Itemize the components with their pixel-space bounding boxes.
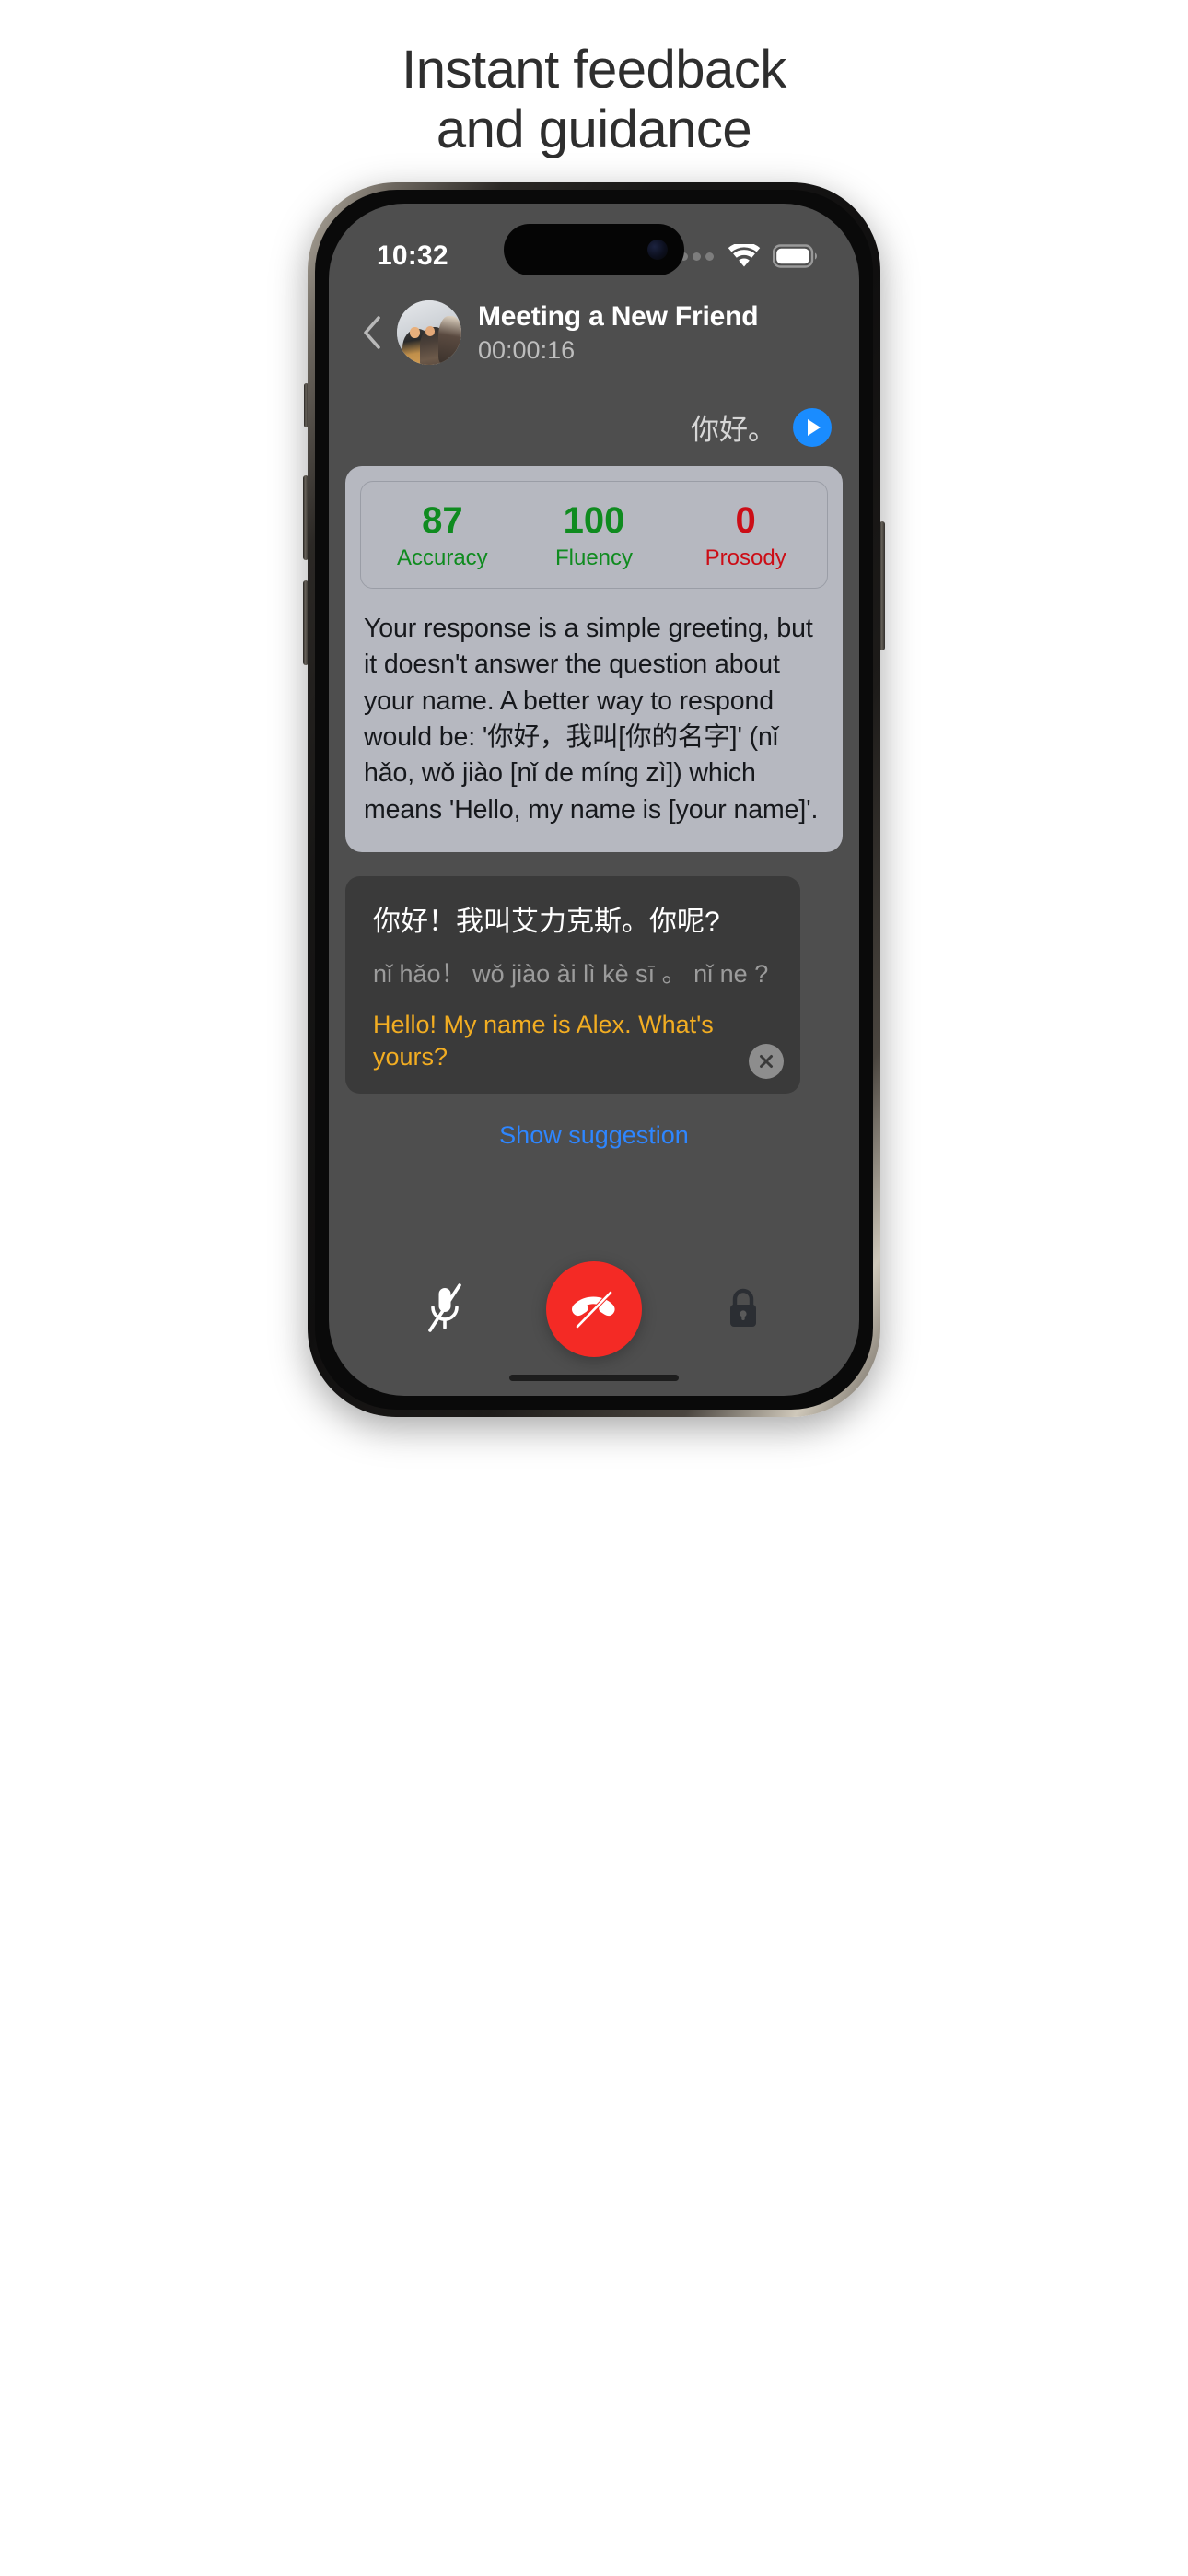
ai-message-pinyin: nǐ hǎo！ wǒ jiào ài lì kè sī 。 nǐ ne ? bbox=[373, 959, 769, 988]
user-message-text: 你好。 bbox=[691, 414, 776, 446]
score-fluency-value: 100 bbox=[563, 500, 625, 541]
chat-area[interactable]: 你好。 87 Accuracy 100 Fluency 0 Prosody Yo… bbox=[329, 375, 859, 1258]
conversation-header: Meeting a New Friend 00:00:16 bbox=[329, 290, 859, 375]
wifi-icon bbox=[728, 244, 761, 268]
ai-message-bubble: 你好！我叫艾力克斯。你呢? nǐ hǎo！ wǒ jiào ài lì kè s… bbox=[345, 875, 800, 1095]
score-prosody-label: Prosody bbox=[705, 545, 786, 570]
score-fluency-label: Fluency bbox=[554, 545, 634, 570]
front-camera-icon bbox=[647, 240, 668, 260]
lock-button[interactable] bbox=[710, 1276, 776, 1342]
feedback-text: Your response is a simple greeting, but … bbox=[364, 614, 819, 825]
battery-full-icon bbox=[773, 244, 819, 268]
ai-message-hanzi: 你好！我叫艾力克斯。你呢? bbox=[373, 906, 720, 937]
chevron-left-icon bbox=[364, 316, 380, 349]
promo-heading-line-1: Instant feedback bbox=[402, 40, 786, 100]
score-prosody: 0 Prosody bbox=[670, 502, 821, 569]
phone-hangup-icon bbox=[572, 1290, 615, 1329]
status-indicators bbox=[667, 244, 819, 268]
call-controls bbox=[329, 1239, 859, 1396]
score-box: 87 Accuracy 100 Fluency 0 Prosody bbox=[360, 481, 828, 589]
score-accuracy-value: 87 bbox=[422, 500, 463, 541]
user-message-row: 你好。 bbox=[345, 386, 843, 463]
lock-icon bbox=[730, 1288, 756, 1327]
promo-heading-line-2: and guidance bbox=[436, 99, 752, 159]
ai-message-translation: Hello! My name is Alex. What's yours? bbox=[373, 1011, 714, 1071]
score-prosody-value: 0 bbox=[735, 500, 756, 541]
phone-mockup: 10:32 Meeting a New Friend 00:00:16 你好。 … bbox=[303, 182, 885, 1417]
session-timer: 00:00:16 bbox=[478, 335, 576, 364]
phone-frame: 10:32 Meeting a New Friend 00:00:16 你好。 … bbox=[308, 182, 880, 1417]
mic-off-icon bbox=[428, 1283, 461, 1332]
back-button[interactable] bbox=[353, 308, 391, 357]
score-fluency: 100 Fluency bbox=[518, 502, 670, 569]
feedback-card: 87 Accuracy 100 Fluency 0 Prosody Your r… bbox=[345, 466, 843, 852]
home-indicator bbox=[509, 1375, 679, 1381]
phone-bezel: 10:32 Meeting a New Friend 00:00:16 你好。 … bbox=[315, 190, 873, 1410]
page-title: Meeting a New Friend bbox=[478, 300, 759, 332]
play-icon[interactable] bbox=[793, 407, 832, 447]
avatar[interactable] bbox=[397, 300, 461, 365]
phone-screen: 10:32 Meeting a New Friend 00:00:16 你好。 … bbox=[329, 204, 859, 1396]
score-accuracy-label: Accuracy bbox=[396, 545, 488, 570]
show-suggestion-link[interactable]: Show suggestion bbox=[345, 1121, 843, 1150]
close-circle-icon[interactable] bbox=[749, 1044, 784, 1080]
header-text: Meeting a New Friend 00:00:16 bbox=[478, 300, 759, 365]
promo-heading: Instant feedback and guidance bbox=[0, 0, 1188, 160]
status-time: 10:32 bbox=[377, 240, 448, 271]
dynamic-island bbox=[504, 224, 684, 275]
mic-off-button[interactable] bbox=[412, 1276, 478, 1342]
score-accuracy: 87 Accuracy bbox=[367, 502, 518, 569]
end-call-button[interactable] bbox=[546, 1261, 642, 1357]
